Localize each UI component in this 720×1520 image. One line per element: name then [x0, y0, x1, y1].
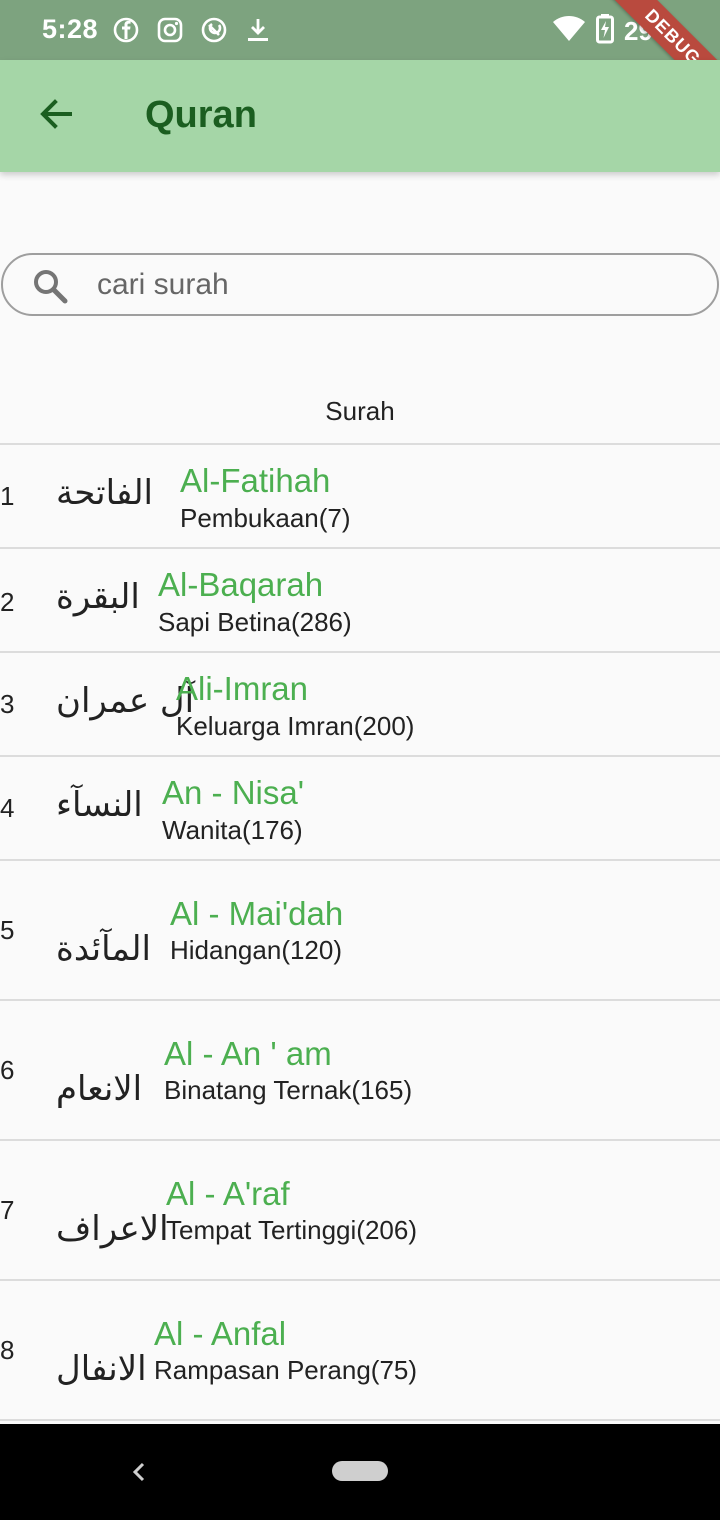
- surah-row[interactable]: 2 البقرة Al-Baqarah Sapi Betina(286): [0, 549, 720, 651]
- surah-name: Al-Fatihah: [180, 462, 331, 499]
- surah-arabic-name: آل عمران: [56, 681, 195, 721]
- surah-name: Al - Anfal: [154, 1315, 287, 1352]
- surah-arabic-name: المآئدة: [56, 929, 151, 969]
- surah-arabic-name: الانفال: [56, 1349, 147, 1389]
- download-icon: [244, 16, 272, 49]
- status-bar: 5:28 29% DEBUG: [0, 0, 720, 115]
- back-button[interactable]: [28, 88, 84, 144]
- search-input[interactable]: [97, 263, 677, 307]
- page-title: Quran: [145, 94, 257, 136]
- nav-back-icon[interactable]: [124, 1454, 154, 1490]
- surah-row[interactable]: 5 المآئدة Al - Mai'dah Hidangan(120): [0, 861, 720, 999]
- surah-row[interactable]: 1 الفاتحة Al-Fatihah Pembukaan(7): [0, 445, 720, 547]
- surah-meaning: Tempat Tertinggi(206): [166, 1215, 417, 1245]
- surah-arabic-name: النسآء: [56, 785, 143, 825]
- search-field[interactable]: [1, 253, 719, 316]
- home-pill-icon[interactable]: [332, 1461, 388, 1481]
- surah-name: An - Nisa': [162, 774, 305, 811]
- divider: [0, 1419, 720, 1421]
- surah-number: 5: [0, 915, 15, 945]
- instagram-icon: [156, 16, 184, 49]
- surah-meaning: Binatang Ternak(165): [164, 1075, 413, 1105]
- surah-arabic-name: الانعام: [56, 1069, 143, 1109]
- surah-row[interactable]: 4 النسآء An - Nisa' Wanita(176): [0, 757, 720, 859]
- surah-meaning: Rampasan Perang(75): [154, 1355, 418, 1385]
- surah-name: Al - An ' am: [164, 1035, 332, 1072]
- surah-arabic-name: الاعراف: [56, 1209, 169, 1249]
- list-header: Surah: [325, 396, 395, 426]
- wifi-icon: [552, 15, 586, 48]
- surah-row[interactable]: 6 الانعام Al - An ' am Binatang Ternak(1…: [0, 1001, 720, 1139]
- surah-name: Al - Mai'dah: [170, 895, 344, 932]
- surah-number: 4: [0, 793, 15, 823]
- search-icon: [31, 267, 69, 305]
- surah-meaning: Wanita(176): [162, 815, 303, 845]
- facebook-icon: [112, 16, 140, 49]
- surah-number: 8: [0, 1335, 15, 1365]
- surah-number: 7: [0, 1195, 15, 1225]
- surah-list: 1 الفاتحة Al-Fatihah Pembukaan(7) 2 البق…: [0, 443, 720, 1421]
- status-icons-left: [112, 16, 272, 49]
- surah-number: 1: [0, 481, 15, 511]
- app-bar: Quran: [0, 60, 720, 172]
- system-nav-bar: [0, 1424, 720, 1520]
- surah-row[interactable]: 7 الاعراف Al - A'raf Tempat Tertinggi(20…: [0, 1141, 720, 1279]
- surah-number: 3: [0, 689, 15, 719]
- surah-number: 6: [0, 1055, 15, 1085]
- notification-icon: [200, 16, 228, 49]
- status-time: 5:28: [42, 14, 99, 44]
- surah-row[interactable]: 8 الانفال Al - Anfal Rampasan Perang(75): [0, 1281, 720, 1419]
- surah-row[interactable]: 3 آل عمران Ali-Imran Keluarga Imran(200): [0, 653, 720, 755]
- surah-name: Al - A'raf: [166, 1175, 290, 1212]
- surah-meaning: Pembukaan(7): [180, 503, 351, 533]
- surah-meaning: Keluarga Imran(200): [176, 711, 415, 741]
- surah-number: 2: [0, 587, 15, 617]
- surah-name: Ali-Imran: [176, 670, 309, 707]
- surah-arabic-name: الفاتحة: [56, 473, 154, 513]
- surah-meaning: Sapi Betina(286): [158, 607, 352, 637]
- surah-meaning: Hidangan(120): [170, 935, 343, 965]
- battery-charging-icon: [596, 14, 614, 49]
- surah-arabic-name: البقرة: [56, 577, 140, 617]
- surah-name: Al-Baqarah: [158, 566, 324, 603]
- arrow-back-icon: [36, 94, 76, 139]
